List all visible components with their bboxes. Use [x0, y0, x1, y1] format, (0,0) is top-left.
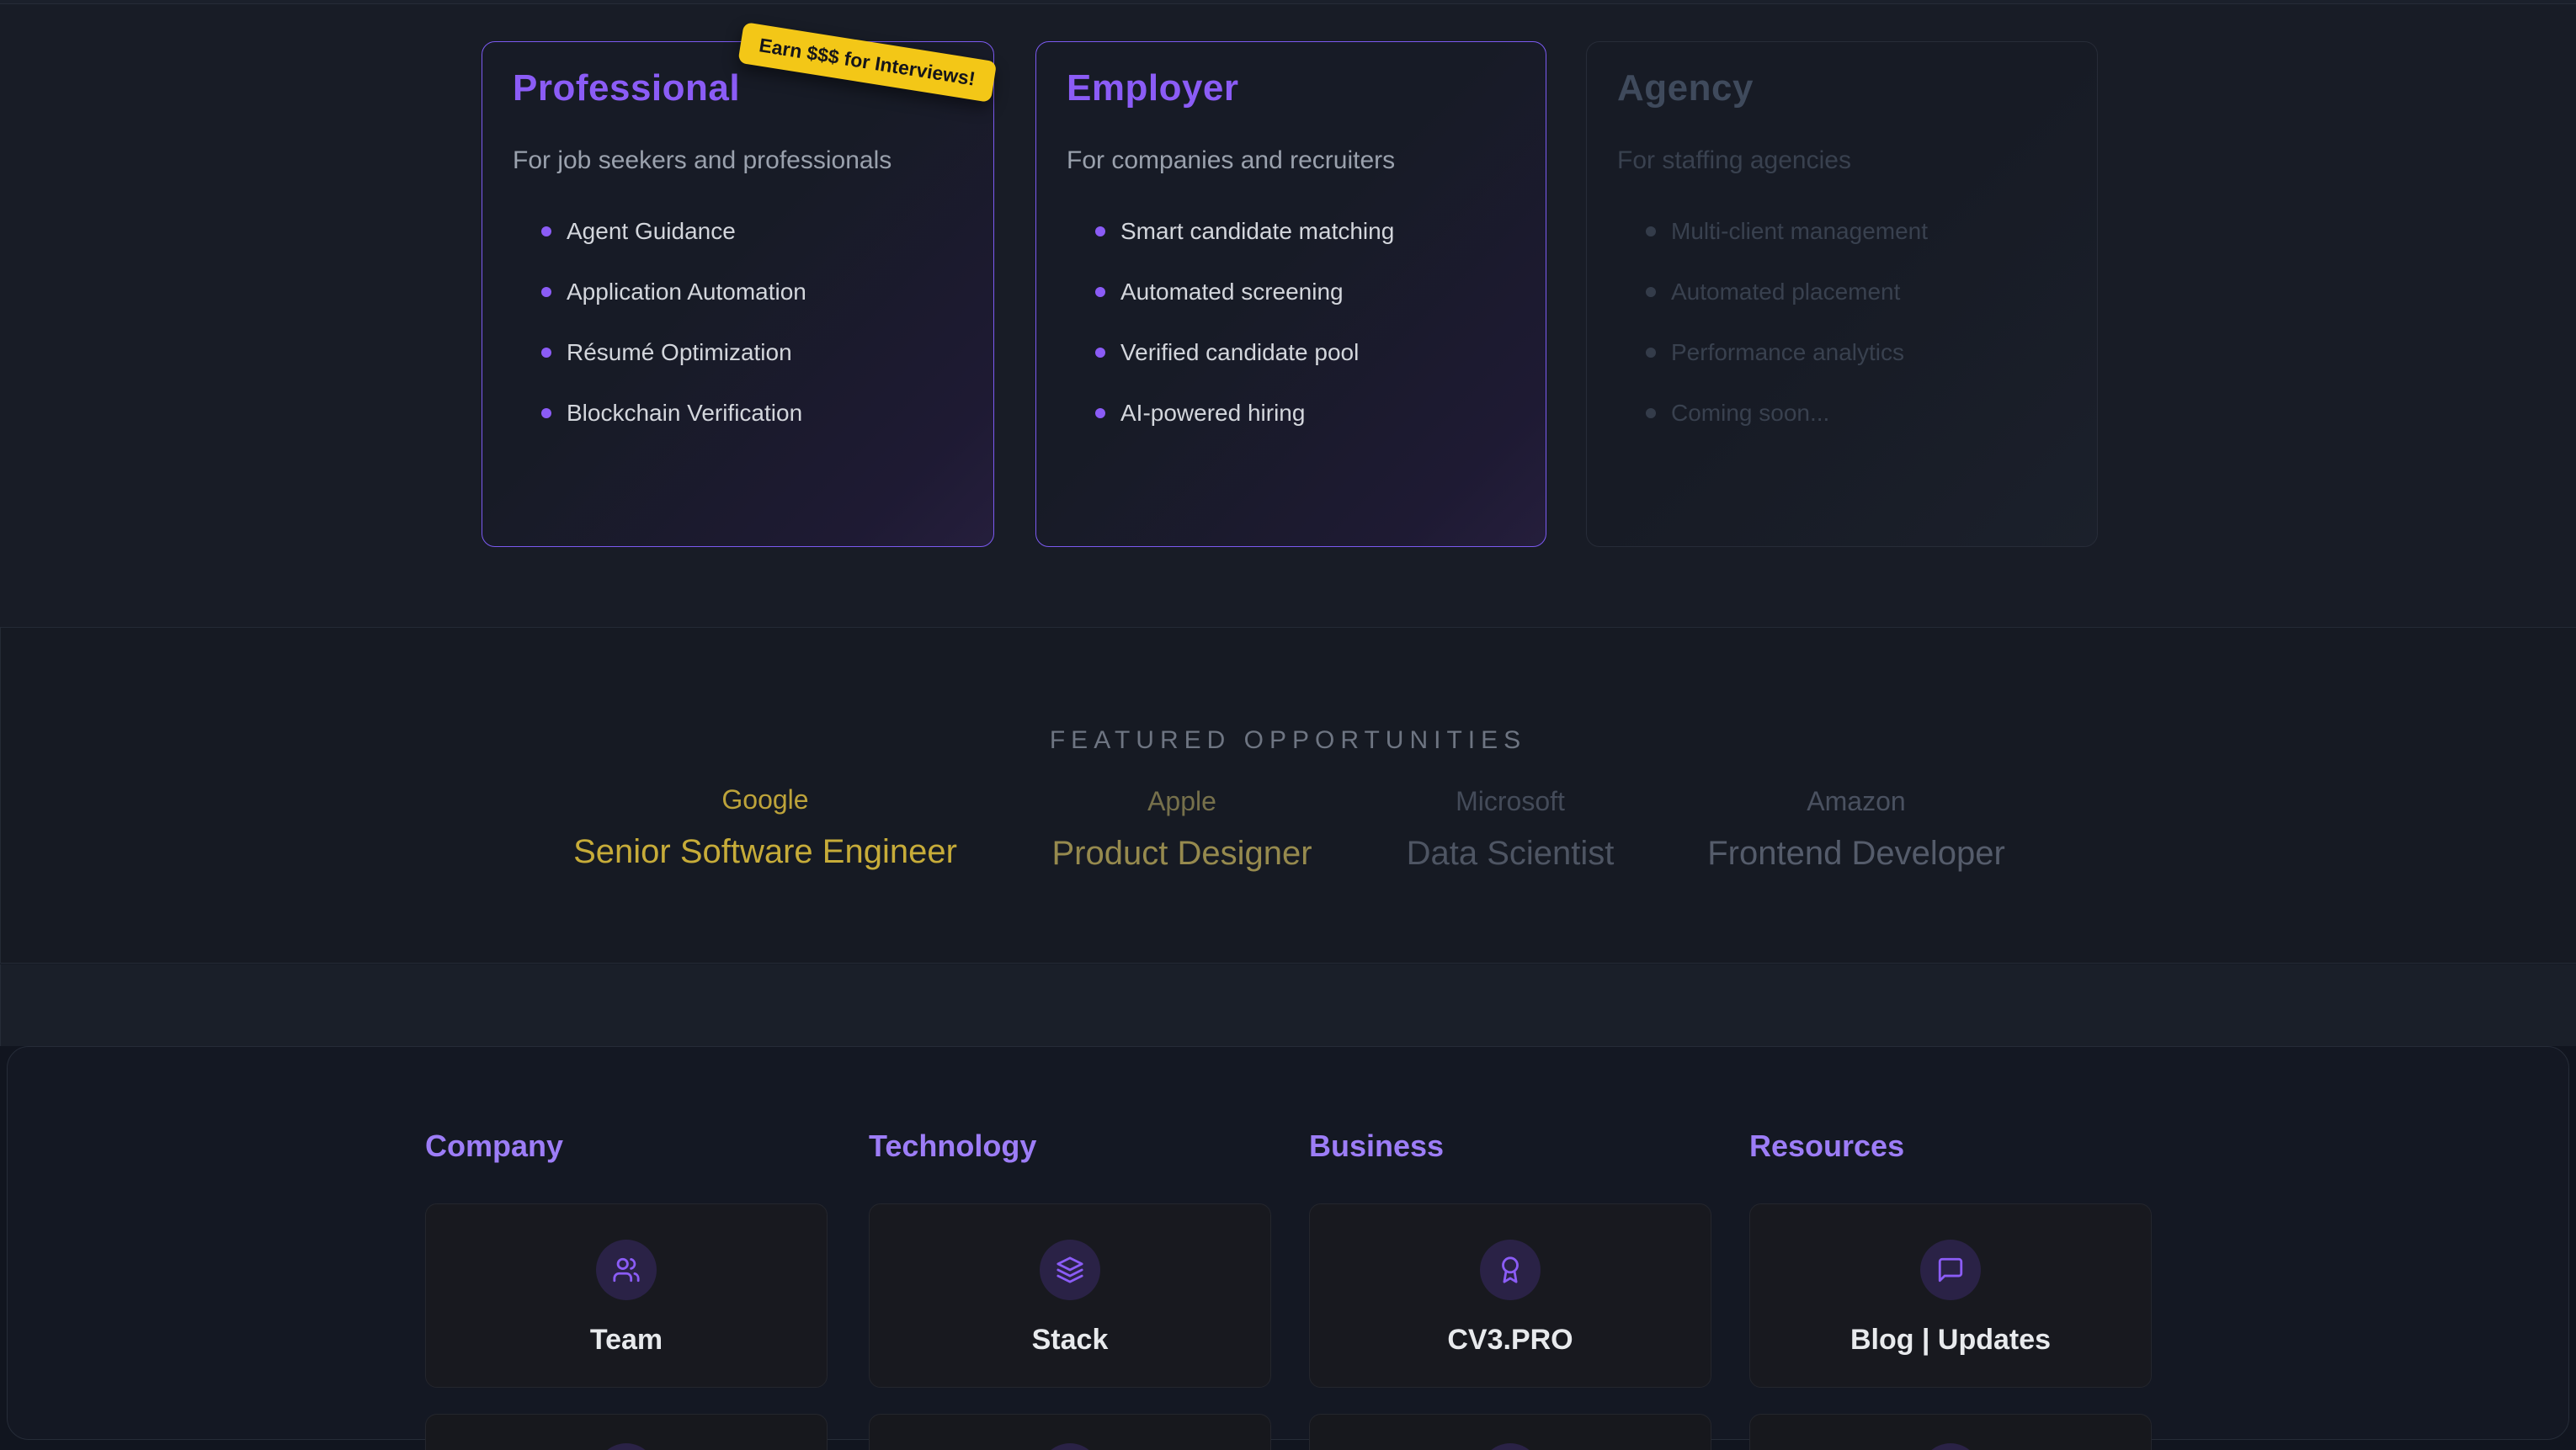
bullet-icon: [541, 408, 551, 418]
bullet-icon: [1095, 287, 1105, 297]
footer-card-label: Blog | Updates: [1750, 1324, 2151, 1357]
bullet-icon: [541, 226, 551, 236]
plan-title: Employer: [1067, 67, 1515, 109]
plan-subtitle: For staffing agencies: [1617, 146, 2067, 175]
feature-item: Application Automation: [513, 278, 963, 306]
featured-job-google[interactable]: Google Senior Software Engineer: [573, 783, 957, 871]
plan-feature-list: Agent Guidance Application Automation Ré…: [513, 217, 963, 428]
feature-label: Automated placement: [1671, 279, 1900, 305]
feature-item: Verified candidate pool: [1067, 338, 1515, 367]
circle-icon-placeholder: [1480, 1443, 1541, 1450]
feature-item: Smart candidate matching: [1067, 217, 1515, 246]
users-icon: [596, 1240, 657, 1300]
feature-item: Performance analytics: [1617, 338, 2067, 367]
footer-card-stack[interactable]: Stack: [869, 1203, 1271, 1388]
bullet-icon: [541, 348, 551, 358]
feature-item: Résumé Optimization: [513, 338, 963, 367]
bullet-icon: [1646, 287, 1656, 297]
feature-label: Blockchain Verification: [567, 400, 802, 426]
footer-card-label: Team: [426, 1324, 827, 1357]
bullet-icon: [1095, 348, 1105, 358]
feature-item: Multi-client management: [1617, 217, 2067, 246]
feature-item: Agent Guidance: [513, 217, 963, 246]
feature-item: Blockchain Verification: [513, 399, 963, 428]
bullet-icon: [1646, 348, 1656, 358]
plan-card-agency: Agency For staffing agencies Multi-clien…: [1586, 41, 2098, 547]
featured-job-amazon[interactable]: Amazon Frontend Developer: [1707, 785, 2005, 873]
featured-job-microsoft[interactable]: Microsoft Data Scientist: [1407, 785, 1615, 873]
circle-icon-placeholder: [1040, 1443, 1100, 1450]
feature-label: Coming soon...: [1671, 400, 1829, 426]
featured-content: FEATURED OPPORTUNITIES Google Senior Sof…: [0, 627, 2576, 964]
section-band: [0, 964, 2576, 1046]
feature-label: Verified candidate pool: [1120, 339, 1359, 365]
feature-label: AI-powered hiring: [1120, 400, 1305, 426]
plan-subtitle: For companies and recruiters: [1067, 146, 1515, 175]
award-icon: [1480, 1240, 1541, 1300]
bullet-icon: [1646, 226, 1656, 236]
circle-icon-placeholder: [1920, 1443, 1981, 1450]
footer-panel: [7, 1046, 2569, 1440]
footer-card-blog[interactable]: Blog | Updates: [1749, 1203, 2152, 1388]
feature-label: Automated screening: [1120, 279, 1344, 305]
message-square-icon: [1920, 1240, 1981, 1300]
plan-card-employer[interactable]: Employer For companies and recruiters Sm…: [1035, 41, 1546, 547]
featured-opportunities-title: FEATURED OPPORTUNITIES: [0, 726, 2576, 755]
footer-card-label: CV3.PRO: [1310, 1324, 1711, 1357]
feature-label: Multi-client management: [1671, 218, 1928, 244]
job-role: Frontend Developer: [1707, 834, 2005, 873]
job-role: Product Designer: [1051, 834, 1312, 873]
feature-label: Résumé Optimization: [567, 339, 792, 365]
bullet-icon: [541, 287, 551, 297]
footer-card-partial[interactable]: [425, 1414, 828, 1450]
feature-item: Coming soon...: [1617, 399, 2067, 428]
footer-card-cv3pro[interactable]: CV3.PRO: [1309, 1203, 1711, 1388]
circle-icon-placeholder: [596, 1443, 657, 1450]
footer-column-title-business: Business: [1309, 1129, 1444, 1164]
footer-column-title-resources: Resources: [1749, 1129, 1904, 1164]
footer-card-team[interactable]: Team: [425, 1203, 828, 1388]
job-company: Google: [573, 783, 957, 815]
job-role: Senior Software Engineer: [573, 832, 957, 871]
plan-card-professional[interactable]: Professional For job seekers and profess…: [482, 41, 994, 547]
job-role: Data Scientist: [1407, 834, 1615, 873]
page: Professional For job seekers and profess…: [0, 0, 2576, 1450]
feature-item: Automated placement: [1617, 278, 2067, 306]
footer-column-title-technology: Technology: [869, 1129, 1036, 1164]
feature-label: Smart candidate matching: [1120, 218, 1394, 244]
job-company: Amazon: [1707, 785, 2005, 817]
footer-card-label: Stack: [870, 1324, 1270, 1357]
footer-card-partial[interactable]: [1309, 1414, 1711, 1450]
plan-subtitle: For job seekers and professionals: [513, 146, 963, 175]
footer-column-title-company: Company: [425, 1129, 563, 1164]
job-company: Apple: [1051, 785, 1312, 817]
job-company: Microsoft: [1407, 785, 1615, 817]
footer-card-partial[interactable]: [869, 1414, 1271, 1450]
feature-item: AI-powered hiring: [1067, 399, 1515, 428]
bullet-icon: [1095, 408, 1105, 418]
feature-label: Application Automation: [567, 279, 806, 305]
bullet-icon: [1095, 226, 1105, 236]
featured-job-apple[interactable]: Apple Product Designer: [1051, 785, 1312, 873]
bullet-icon: [1646, 408, 1656, 418]
plan-feature-list: Multi-client management Automated placem…: [1617, 217, 2067, 428]
plan-title: Agency: [1617, 67, 2067, 109]
layers-icon: [1040, 1240, 1100, 1300]
feature-label: Performance analytics: [1671, 339, 1904, 365]
footer-card-partial[interactable]: [1749, 1414, 2152, 1450]
feature-item: Automated screening: [1067, 278, 1515, 306]
feature-label: Agent Guidance: [567, 218, 736, 244]
plan-feature-list: Smart candidate matching Automated scree…: [1067, 217, 1515, 428]
